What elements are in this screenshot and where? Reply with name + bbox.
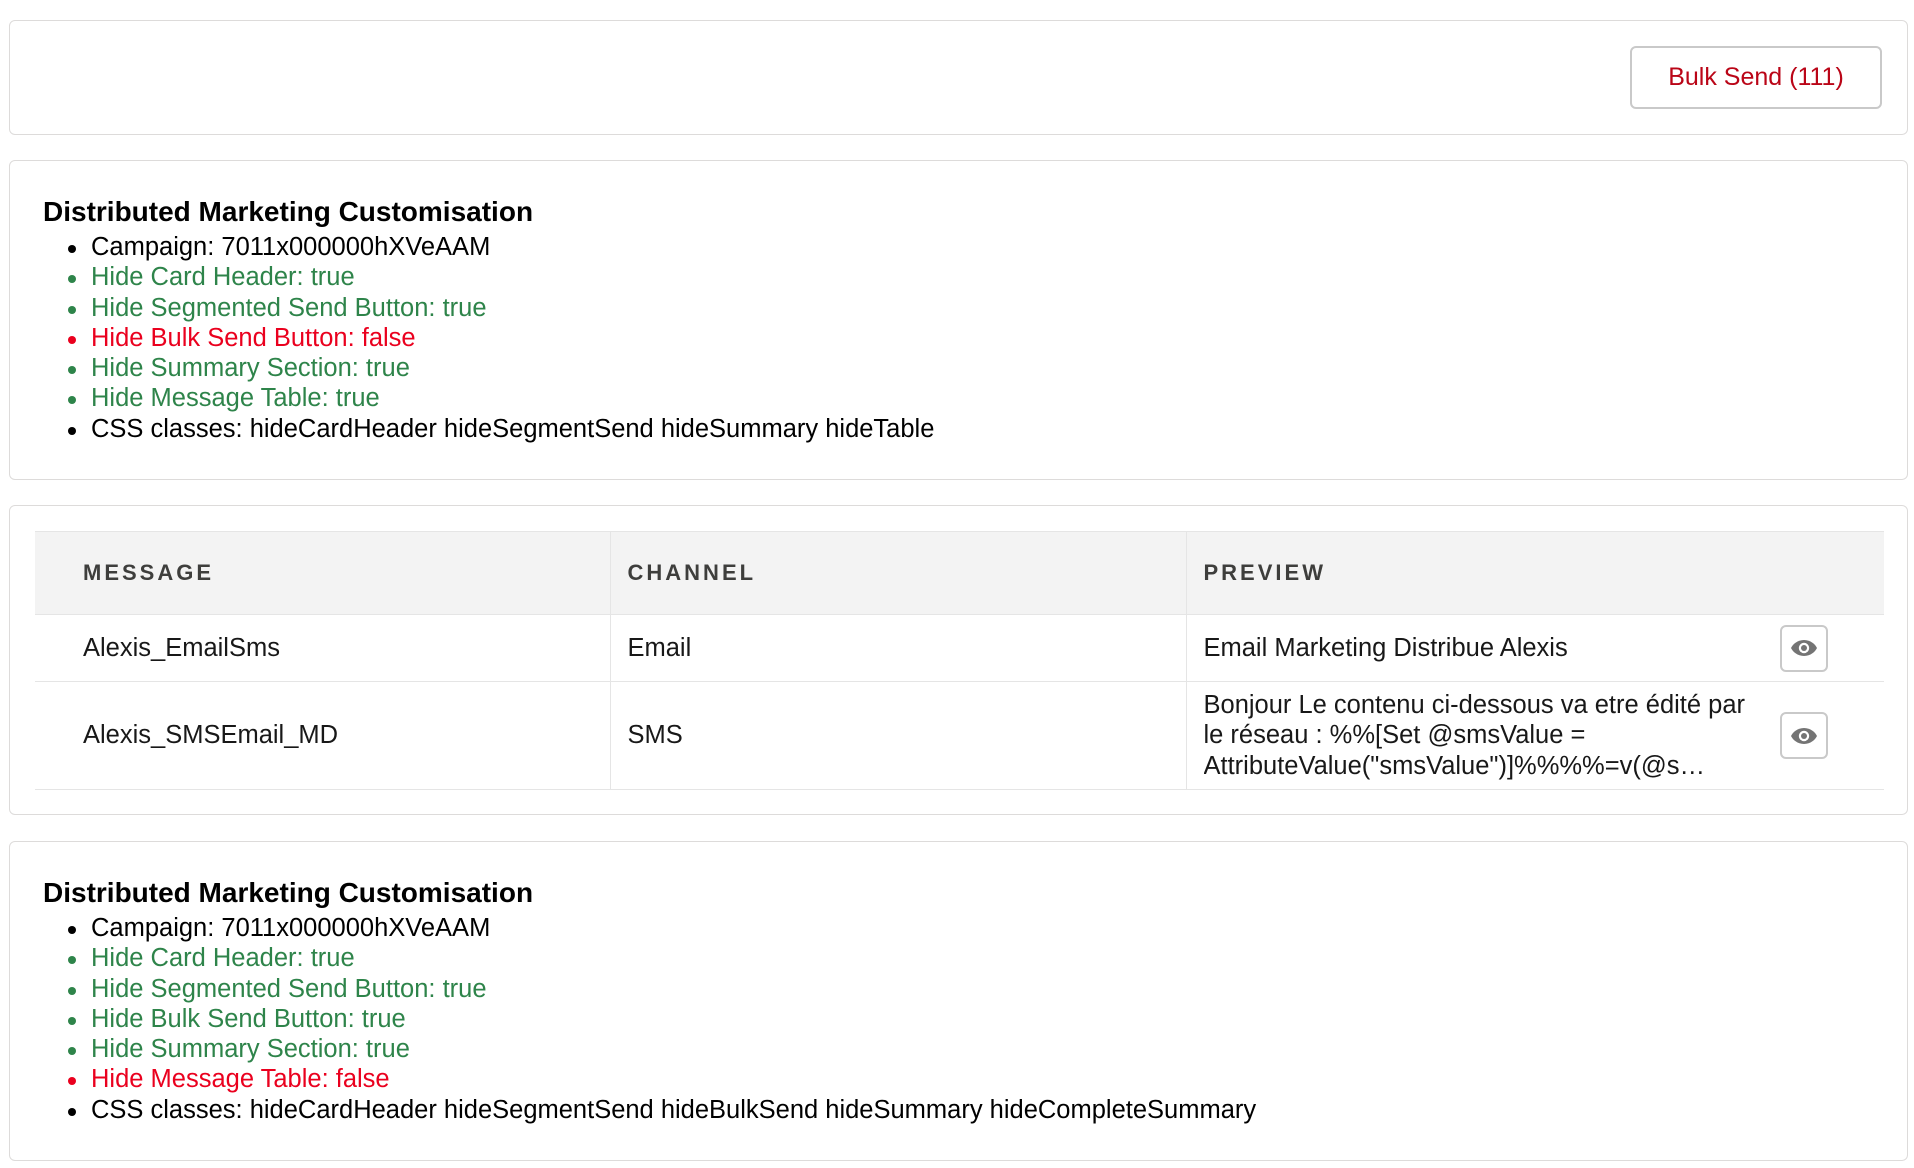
setting-hide-bulk-send: Hide Bulk Send Button: false [43, 323, 1877, 353]
customisation-info-body: Distributed Marketing Customisation Camp… [43, 875, 1877, 1125]
setting-campaign: Campaign: 7011x000000hXVeAAM [43, 913, 1877, 943]
preview-cell: Email Marketing Distribue Alexis [1185, 614, 1884, 682]
customisation-settings-list: Campaign: 7011x000000hXVeAAM Hide Card H… [43, 913, 1877, 1125]
column-header-preview: PREVIEW [1185, 531, 1884, 615]
setting-hide-summary: Hide Summary Section: true [43, 353, 1877, 383]
channel-cell: SMS [609, 681, 1186, 790]
preview-cell: Bonjour Le contenu ci-dessous va etre éd… [1185, 681, 1884, 790]
message-table-wrapper: MESSAGE CHANNEL PREVIEW Alexis_EmailSms … [35, 531, 1884, 790]
table-row: Alexis_EmailSms Email Email Marketing Di… [35, 614, 1884, 682]
customisation-title: Distributed Marketing Customisation [43, 877, 534, 908]
message-table-card: MESSAGE CHANNEL PREVIEW Alexis_EmailSms … [9, 505, 1908, 815]
bulk-send-button[interactable]: Bulk Send (111) [1630, 46, 1882, 109]
customisation-settings-list: Campaign: 7011x000000hXVeAAM Hide Card H… [43, 232, 1877, 444]
setting-campaign: Campaign: 7011x000000hXVeAAM [43, 232, 1877, 262]
customisation-info-body: Distributed Marketing Customisation Camp… [43, 194, 1877, 444]
preview-button[interactable] [1780, 712, 1828, 759]
setting-hide-summary: Hide Summary Section: true [43, 1034, 1877, 1064]
preview-text: Bonjour Le contenu ci-dessous va etre éd… [1203, 690, 1746, 780]
customisation-title: Distributed Marketing Customisation [43, 196, 534, 227]
table-row: Alexis_SMSEmail_MD SMS Bonjour Le conten… [35, 681, 1884, 790]
bulk-send-card: Bulk Send (111) [9, 20, 1908, 135]
setting-hide-card-header: Hide Card Header: true [43, 943, 1877, 973]
message-name-cell: Alexis_SMSEmail_MD [35, 681, 610, 790]
table-header-row: MESSAGE CHANNEL PREVIEW [35, 531, 1884, 615]
setting-hide-segmented-send: Hide Segmented Send Button: true [43, 293, 1877, 323]
setting-hide-bulk-send: Hide Bulk Send Button: true [43, 1004, 1877, 1034]
preview-button[interactable] [1780, 624, 1828, 672]
column-header-message: MESSAGE [35, 531, 610, 615]
message-table: MESSAGE CHANNEL PREVIEW Alexis_EmailSms … [35, 531, 1884, 790]
setting-css-classes: CSS classes: hideCardHeader hideSegmentS… [43, 414, 1877, 444]
column-header-channel: CHANNEL [609, 531, 1186, 615]
message-name-cell: Alexis_EmailSms [35, 614, 610, 682]
setting-hide-message-table: Hide Message Table: false [43, 1064, 1877, 1094]
channel-cell: Email [609, 614, 1186, 682]
setting-hide-card-header: Hide Card Header: true [43, 262, 1877, 292]
eye-icon [1791, 727, 1817, 744]
customisation-info-card-top: Distributed Marketing Customisation Camp… [9, 160, 1908, 480]
customisation-info-card-bottom: Distributed Marketing Customisation Camp… [9, 841, 1908, 1161]
setting-hide-segmented-send: Hide Segmented Send Button: true [43, 974, 1877, 1004]
setting-hide-message-table: Hide Message Table: true [43, 383, 1877, 413]
setting-css-classes: CSS classes: hideCardHeader hideSegmentS… [43, 1095, 1877, 1125]
preview-text: Email Marketing Distribue Alexis [1203, 633, 1568, 662]
eye-icon [1791, 640, 1817, 656]
